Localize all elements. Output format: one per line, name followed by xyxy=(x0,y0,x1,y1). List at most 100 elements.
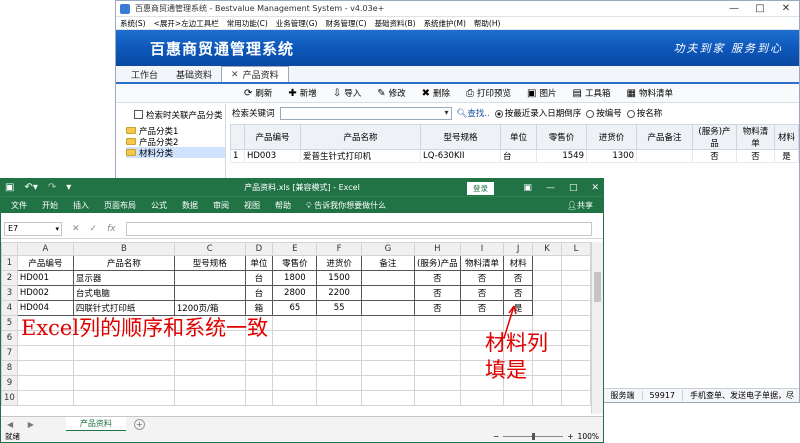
toolbar-button-print[interactable]: ⎙ 打印预览 xyxy=(466,87,511,100)
sheet-cell[interactable] xyxy=(414,345,461,361)
sheet-cell[interactable]: 显示器 xyxy=(72,270,175,286)
grid-column-header[interactable]: 材料 xyxy=(774,124,799,150)
ribbon-tab[interactable]: 视图 xyxy=(244,200,260,211)
ribbon-tab[interactable]: 公式 xyxy=(151,200,167,211)
sheet-cell[interactable] xyxy=(244,390,274,406)
menu-expand-toolbar[interactable]: <展开>左边工具栏 xyxy=(154,18,219,29)
sheet-cell[interactable] xyxy=(272,390,318,406)
sheet-cell[interactable] xyxy=(72,390,175,406)
minimize-button[interactable]: — xyxy=(546,183,555,193)
toolbar-button-material-list[interactable]: ▦ 物料清单 xyxy=(626,87,672,100)
sheet-cell[interactable] xyxy=(316,330,362,346)
grid-column-header[interactable]: 产品名称 xyxy=(300,124,421,150)
sheet-cell[interactable] xyxy=(414,360,461,376)
row-header[interactable]: 1 xyxy=(1,255,18,271)
sheet-cell[interactable]: HD001 xyxy=(16,270,74,286)
sheet-cell[interactable] xyxy=(414,315,461,331)
row-header[interactable]: 5 xyxy=(1,315,18,331)
login-button[interactable]: 登录 xyxy=(467,182,494,195)
ribbon-tab[interactable]: 开始 xyxy=(42,200,58,211)
radio-sort-code[interactable]: 按编号 xyxy=(586,107,622,119)
undo-icon[interactable]: ↶▾ xyxy=(24,182,37,193)
insert-function-icon[interactable]: fx xyxy=(107,224,116,234)
sheet-cell[interactable]: 台 xyxy=(244,285,274,301)
column-header[interactable]: L xyxy=(560,242,591,256)
sheet-cell[interactable] xyxy=(173,345,246,361)
ribbon-tab[interactable]: 插入 xyxy=(73,200,89,211)
tell-me-box[interactable]: 💡︎ 告诉我你想要做什么 xyxy=(306,200,386,211)
toolbar-button-refresh[interactable]: ⟳ 刷新 xyxy=(244,87,272,100)
minimize-button[interactable]: — xyxy=(721,3,747,14)
column-header[interactable]: K xyxy=(532,242,562,256)
sheet-cell[interactable] xyxy=(360,330,416,346)
maximize-button[interactable]: □ xyxy=(569,183,578,193)
cancel-icon[interactable]: ✕ xyxy=(72,224,80,234)
column-header[interactable] xyxy=(1,242,18,256)
customize-icon[interactable]: ▾ xyxy=(66,182,71,193)
name-box[interactable]: E7 xyxy=(4,221,62,236)
toolbar-button-toolbox[interactable]: ▤ 工具箱 xyxy=(573,87,611,100)
sheet-cell[interactable] xyxy=(532,390,562,406)
column-header[interactable]: H xyxy=(414,242,461,256)
link-category-checkbox[interactable]: 检索时关联产品分类 xyxy=(118,104,225,122)
sheet-cell[interactable]: 进货价 xyxy=(316,255,362,271)
sheet-cell[interactable] xyxy=(360,390,416,406)
sheet-cell[interactable] xyxy=(72,360,175,376)
sheet-cell[interactable] xyxy=(560,270,591,286)
sheet-cell[interactable] xyxy=(16,390,74,406)
sheet-cell[interactable]: 否 xyxy=(459,285,505,301)
sheet-nav-arrows[interactable]: ◀ ▶ xyxy=(1,420,46,429)
sheet-cell[interactable] xyxy=(316,315,362,331)
ribbon-display-icon[interactable]: ▣ xyxy=(523,183,532,193)
enter-icon[interactable]: ✓ xyxy=(90,224,98,234)
sheet-cell[interactable] xyxy=(360,345,416,361)
vertical-scrollbar[interactable] xyxy=(591,242,603,414)
sheet-cell[interactable]: 备注 xyxy=(360,255,416,271)
sheet-cell[interactable]: 零售价 xyxy=(272,255,318,271)
tab-product-data[interactable]: ✕ 产品资料 xyxy=(221,66,289,82)
sheet-cell[interactable]: 2200 xyxy=(316,285,362,301)
tree-node-material-category[interactable]: 材料分类 xyxy=(126,147,225,159)
toolbar-button-edit[interactable]: ✎ 修改 xyxy=(377,87,405,100)
sheet-cell[interactable] xyxy=(244,360,274,376)
column-header[interactable]: E xyxy=(272,242,318,256)
row-header[interactable]: 4 xyxy=(1,300,18,316)
sheet-tab-product-data[interactable]: 产品资料 xyxy=(65,416,126,432)
sheet-cell[interactable] xyxy=(503,390,533,406)
sheet-cell[interactable] xyxy=(316,375,362,391)
sheet-cell[interactable] xyxy=(173,285,246,301)
row-header[interactable]: 3 xyxy=(1,285,18,301)
column-header[interactable]: F xyxy=(316,242,362,256)
sheet-cell[interactable] xyxy=(272,315,318,331)
sheet-cell[interactable] xyxy=(316,345,362,361)
close-button[interactable]: ✕ xyxy=(773,3,799,14)
sheet-cell[interactable] xyxy=(414,375,461,391)
sheet-cell[interactable] xyxy=(16,375,74,391)
sheet-cell[interactable] xyxy=(16,345,74,361)
sheet-cell[interactable]: 型号规格 xyxy=(173,255,246,271)
sheet-cell[interactable] xyxy=(560,315,591,331)
ribbon-tab[interactable]: 页面布局 xyxy=(104,200,136,211)
toolbar-button-image[interactable]: ▣ 图片 xyxy=(527,87,556,100)
sheet-cell[interactable] xyxy=(532,270,562,286)
column-header[interactable]: C xyxy=(173,242,246,256)
sheet-cell[interactable] xyxy=(360,270,416,286)
sheet-cell[interactable]: 否 xyxy=(414,285,461,301)
toolbar-button-delete[interactable]: ✖ 删除 xyxy=(422,87,450,100)
close-tab-icon[interactable]: ✕ xyxy=(231,70,239,80)
search-keyword-combo[interactable] xyxy=(279,106,452,120)
column-header[interactable]: J xyxy=(503,242,533,256)
tree-node-category2[interactable]: 产品分类2 xyxy=(126,136,225,148)
sheet-cell[interactable]: 55 xyxy=(316,300,362,316)
menu-help[interactable]: 帮助(H) xyxy=(474,18,501,29)
sheet-cell[interactable] xyxy=(72,345,175,361)
scroll-thumb[interactable] xyxy=(594,272,601,302)
menu-common[interactable]: 常用功能(C) xyxy=(227,18,268,29)
zoom-out-icon[interactable]: − xyxy=(493,432,499,441)
grid-column-header[interactable]: 产品备注 xyxy=(636,124,693,150)
close-button[interactable]: ✕ xyxy=(591,183,599,193)
sheet-cell[interactable]: 产品名称 xyxy=(72,255,175,271)
sheet-cell[interactable] xyxy=(173,375,246,391)
sheet-cell[interactable]: HD002 xyxy=(16,285,74,301)
sheet-cell[interactable]: 否 xyxy=(459,270,505,286)
